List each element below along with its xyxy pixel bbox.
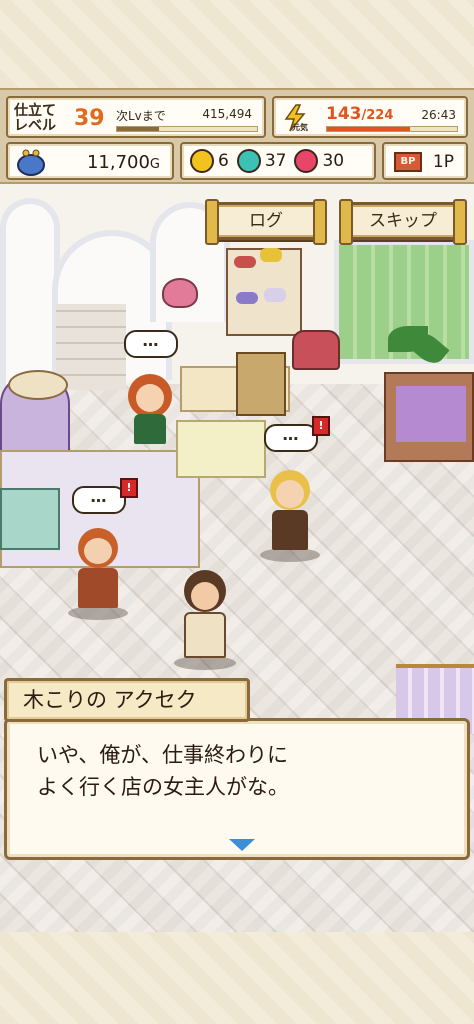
- bottom-background: [0, 932, 474, 1024]
- money-value: 11,700G: [87, 152, 160, 173]
- yellow-shoes: [260, 248, 282, 262]
- purple-shoes: [236, 292, 258, 304]
- pink-gem-icon: [294, 149, 319, 173]
- skip-button[interactable]: スキップ: [339, 199, 467, 245]
- blonde-customer-character[interactable]: [258, 470, 322, 562]
- grandmother-face: [84, 538, 112, 564]
- money-amount: 11,700: [86, 152, 150, 173]
- jewelry-display: [384, 372, 474, 462]
- customer-body: [272, 510, 308, 550]
- genki-label: 元気: [292, 123, 308, 132]
- bp-panel[interactable]: BP 1P: [382, 142, 468, 180]
- money-unit: G: [149, 157, 160, 172]
- button-cap: [205, 199, 219, 245]
- speech-bubble: …: [72, 486, 126, 514]
- grandmother-body: [78, 568, 118, 608]
- log-button-label: ログ: [249, 211, 283, 231]
- woodcutter-character[interactable]: [172, 570, 238, 670]
- money-panel[interactable]: 11,700G: [6, 142, 174, 180]
- status-hud: 仕立て レベル 39 次Lvまで 415,494 元気 143/224 26:4…: [0, 88, 474, 184]
- gem-row: 6 37 30: [190, 149, 352, 173]
- gold-gem-count: 6: [218, 151, 229, 171]
- shopkeeper-face: [136, 384, 164, 412]
- new-request-flag-icon: !: [312, 416, 330, 436]
- red-shoes: [234, 256, 256, 268]
- customer-face: [276, 480, 304, 508]
- coin-purse-icon: [17, 149, 45, 176]
- stamina-bar-fill: [327, 127, 410, 131]
- skip-button-label: スキップ: [369, 211, 437, 231]
- level-label: 仕立て レベル: [14, 103, 56, 134]
- shadow: [174, 656, 236, 670]
- cash-register: [236, 352, 286, 416]
- teal-gem-icon: [236, 149, 261, 173]
- top-background: [0, 0, 474, 88]
- button-cap: [313, 199, 327, 245]
- dialog-box[interactable]: いや、俺が、仕事終わりに よく行く店の女主人がな。: [4, 718, 470, 860]
- stamina-current: 143: [326, 104, 362, 124]
- woodcutter-body: [184, 612, 226, 658]
- stamina-bar: [326, 126, 458, 132]
- grandmother-character[interactable]: [66, 528, 130, 620]
- pink-gem-count: 30: [322, 151, 345, 171]
- white-shoes: [264, 288, 286, 302]
- wall-arch: [0, 198, 60, 388]
- straw-hat: [8, 370, 68, 400]
- next-level-bar: [116, 126, 258, 132]
- bp-value: 1P: [432, 152, 454, 172]
- stamina-max: /224: [361, 108, 394, 123]
- fabric-roll: [176, 420, 266, 478]
- bp-icon: BP: [394, 152, 422, 172]
- jewelry-tray: [396, 386, 466, 442]
- speech-bubble: …: [124, 330, 178, 358]
- woodcutter-face: [191, 582, 219, 610]
- hanging-plant: [162, 278, 198, 308]
- stool: [292, 330, 340, 370]
- dialog-text: いや、俺が、仕事終わりに よく行く店の女主人がな。: [37, 743, 289, 799]
- speaker-name-plate: 木こりの アクセク: [4, 678, 250, 722]
- log-button[interactable]: ログ: [205, 199, 327, 245]
- gold-gem-icon: [190, 149, 214, 173]
- new-request-flag-icon: !: [120, 478, 138, 498]
- triangle-down-icon[interactable]: [229, 839, 255, 851]
- level-panel[interactable]: 仕立て レベル 39 次Lvまで 415,494: [6, 96, 266, 138]
- shopkeeper-character[interactable]: [120, 374, 180, 454]
- stairs: [56, 304, 126, 390]
- level-value: 39: [74, 106, 105, 131]
- next-level-label: 次Lvまで: [116, 109, 166, 123]
- teal-gem-count: 37: [264, 151, 287, 171]
- folded-fabrics: [0, 488, 60, 550]
- stamina-panel[interactable]: 元気 143/224 26:43: [272, 96, 468, 138]
- next-level-value: 415,494: [202, 107, 252, 121]
- gems-panel[interactable]: 6 37 30: [180, 142, 376, 180]
- stamina-timer: 26:43: [421, 108, 456, 122]
- shopkeeper-body: [134, 414, 166, 444]
- shadow: [68, 606, 128, 620]
- button-cap: [339, 199, 353, 245]
- button-cap: [453, 199, 467, 245]
- shadow: [260, 548, 320, 562]
- speech-bubble: …: [264, 424, 318, 452]
- next-level-bar-fill: [117, 127, 159, 131]
- stamina-value: 143/224: [326, 104, 393, 124]
